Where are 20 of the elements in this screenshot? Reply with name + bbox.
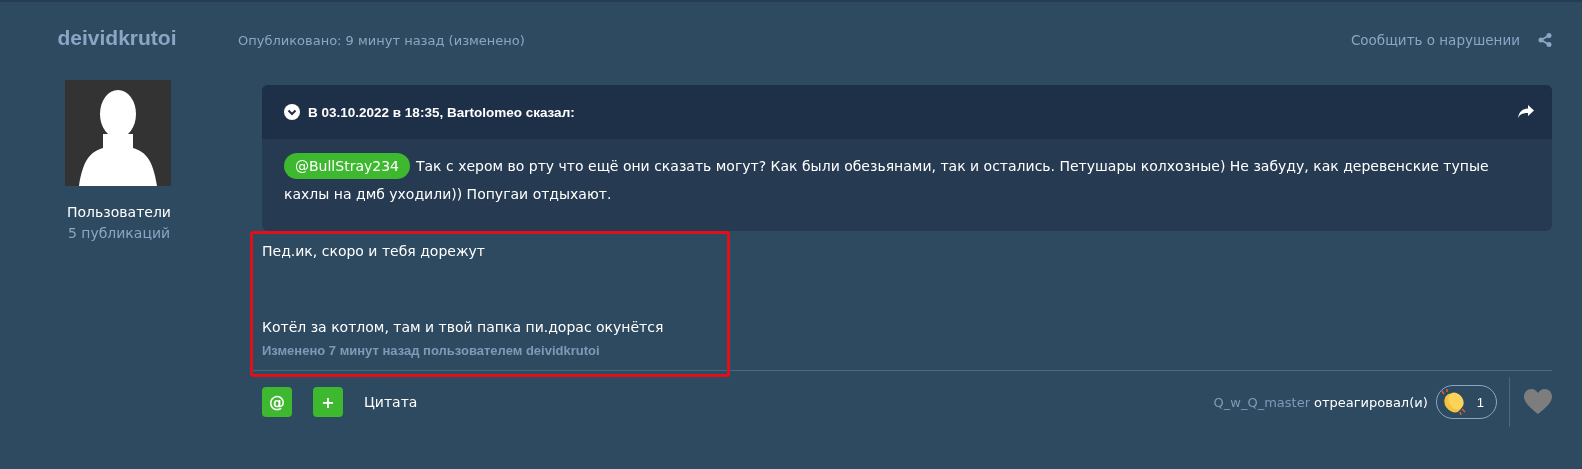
post-text: Пед.ик, скоро и тебя дорежут <box>262 242 486 261</box>
share-arrow-icon[interactable] <box>1518 105 1534 119</box>
post-text: Котёл за котлом, там и твой папка пи.дорас окунётся <box>262 318 665 337</box>
mention-button[interactable]: @ <box>262 387 292 417</box>
share-icon[interactable] <box>1538 33 1552 47</box>
published-time: Опубликовано: 9 минут назад (изменено) <box>238 32 525 48</box>
avatar[interactable] <box>65 80 171 186</box>
author-name[interactable]: deividkrutoi <box>57 26 177 54</box>
user-group: Пользователи <box>67 204 171 220</box>
edited-note: Изменено 7 минут назад пользователем deividkrutoi <box>262 343 601 358</box>
quote-link[interactable]: Цитата <box>364 394 418 410</box>
user-mention[interactable]: @BullStray234 <box>284 153 410 179</box>
reaction-text: отреагировал(и) <box>1314 394 1428 410</box>
quote-header: В 03.10.2022 в 18:35, Bartolomeo сказал: <box>308 104 575 120</box>
add-button[interactable]: + <box>313 387 343 417</box>
chevron-down-icon[interactable] <box>284 104 300 120</box>
reactor-name[interactable]: Q_w_Q_master <box>1213 394 1310 410</box>
post-count: 5 публикаций <box>67 225 171 241</box>
report-link[interactable]: Сообщить о нарушении <box>1350 32 1520 48</box>
quote-text: @BullStray234 Так с хером во рту что ещё они сказать могут? Как были обезьянами, так и остались. Петушары колхозные) Не забуду, как деревенские тупые кахлы на дмб уходили)) Попугаи отдыхают. <box>284 152 1492 208</box>
